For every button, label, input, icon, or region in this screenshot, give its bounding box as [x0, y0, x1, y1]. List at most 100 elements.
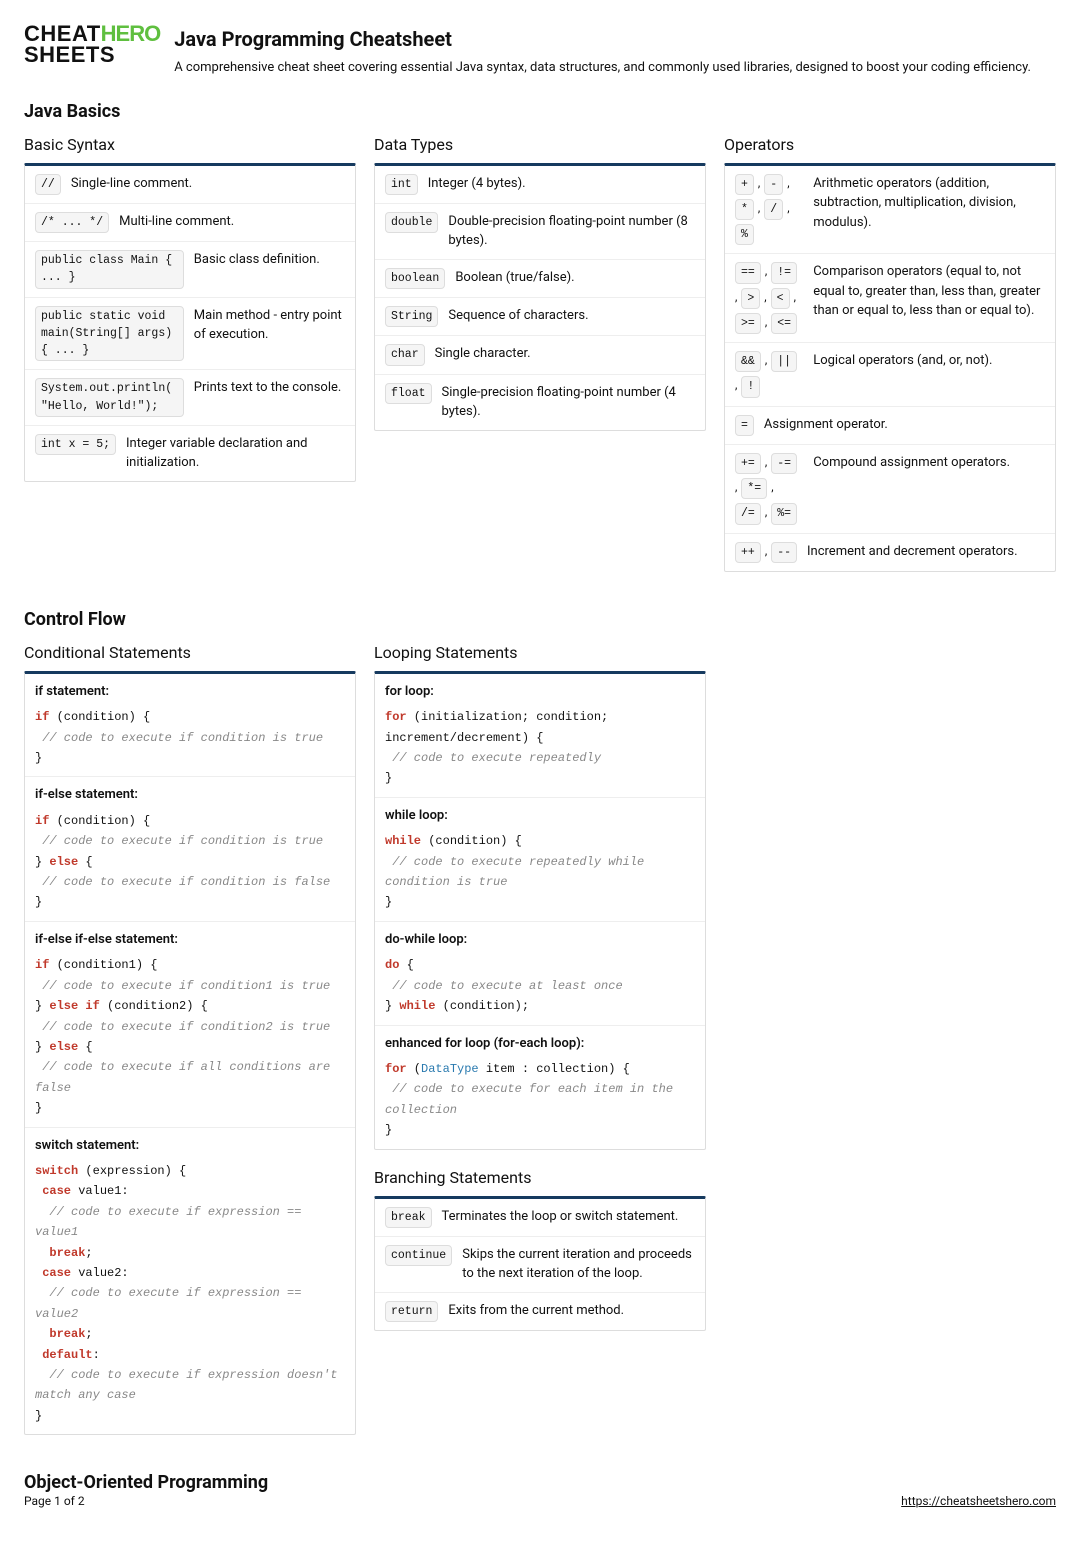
table-row: floatSingle-precision floating-point num…	[375, 375, 705, 430]
code-pill: /* ... */	[35, 212, 109, 233]
code-cell: == , != , > , < , >= , <=	[735, 262, 803, 334]
card-basic-syntax: //Single-line comment./* ... */Multi-lin…	[24, 163, 356, 482]
description: Skips the current iteration and proceeds…	[462, 1245, 695, 1284]
code-pill: ==	[735, 262, 761, 283]
separator: ,	[735, 478, 737, 499]
table-row: //Single-line comment.	[25, 166, 355, 204]
table-row: intInteger (4 bytes).	[375, 166, 705, 204]
code-block: if statement:if (condition) { // code to…	[25, 674, 355, 778]
code-snippet: do { // code to execute at least once } …	[385, 955, 695, 1016]
code-pill: *	[735, 199, 754, 220]
card-looping: for loop:for (initialization; condition;…	[374, 671, 706, 1150]
code-pill: int	[385, 174, 418, 195]
table-row: int x = 5;Integer variable declaration a…	[25, 426, 355, 481]
block-label: switch statement:	[35, 1136, 345, 1156]
description: Integer variable declaration and initial…	[126, 434, 345, 473]
code-snippet: if (condition1) { // code to execute if …	[35, 955, 345, 1118]
table-row: booleanBoolean (true/false).	[375, 260, 705, 298]
table-row: /* ... */Multi-line comment.	[25, 204, 355, 242]
table-row: breakTerminates the loop or switch state…	[375, 1199, 705, 1237]
col-data-types: Data Types intInteger (4 bytes).doubleDo…	[374, 133, 706, 447]
table-row: System.out.println("Hello, World!");Prin…	[25, 370, 355, 426]
code-block: if-else if-else statement: if (condition1…	[25, 922, 355, 1128]
code-pill: String	[385, 306, 438, 327]
description: Exits from the current method.	[448, 1301, 695, 1321]
table-row: ++ , --Increment and decrement operators…	[725, 534, 1055, 571]
code-cell: System.out.println("Hello, World!");	[35, 378, 184, 417]
code-cell: ++ , --	[735, 542, 797, 563]
separator: ,	[765, 503, 767, 524]
code-pill: return	[385, 1301, 438, 1322]
table-row: && , || , !Logical operators (and, or, n…	[725, 343, 1055, 407]
page-header: CHEATHERO SHEETS Java Programming Cheats…	[24, 24, 1056, 78]
code-block: while loop:while (condition) { // code t…	[375, 798, 705, 922]
code-snippet: for (DataType item : collection) { // co…	[385, 1059, 695, 1141]
code-cell: public class Main { ... }	[35, 250, 184, 289]
code-cell: float	[385, 383, 432, 404]
control-flow-columns: Conditional Statements if statement:if (…	[24, 641, 1056, 1451]
code-cell: char	[385, 344, 425, 365]
code-pill: >	[741, 288, 760, 309]
block-label: for loop:	[385, 682, 695, 702]
page-indicator: Page 1 of 2	[24, 1492, 85, 1510]
block-label: do-while loop:	[385, 930, 695, 950]
card-title-operators: Operators	[724, 133, 1056, 157]
table-row: public static void main(String[] args) {…	[25, 298, 355, 371]
block-label: if-else statement:	[35, 785, 345, 805]
card-operators: + , - , * , / , %Arithmetic operators (a…	[724, 163, 1056, 572]
section-java-basics: Java Basics	[24, 98, 1056, 125]
description: Compound assignment operators.	[813, 453, 1045, 473]
code-cell: //	[35, 174, 61, 195]
description: Basic class definition.	[194, 250, 345, 270]
col-basic-syntax: Basic Syntax //Single-line comment./* ..…	[24, 133, 356, 498]
separator: ,	[765, 262, 767, 283]
code-cell: += , -= , *= , /= , %=	[735, 453, 803, 525]
col-operators: Operators + , - , * , / , %Arithmetic op…	[724, 133, 1056, 588]
code-block: switch statement:switch (expression) { c…	[25, 1128, 355, 1435]
separator: ,	[787, 199, 789, 220]
code-cell: break	[385, 1207, 432, 1228]
separator: ,	[765, 313, 767, 334]
code-pill: +	[735, 174, 754, 195]
code-cell: double	[385, 212, 438, 233]
code-pill: continue	[385, 1245, 452, 1266]
block-label: if statement:	[35, 682, 345, 702]
code-pill: public class Main { ... }	[35, 250, 184, 289]
page-title: Java Programming Cheatsheet	[174, 24, 1031, 54]
table-row: double Double-precision floating-point nu…	[375, 204, 705, 260]
code-pill: <	[771, 288, 790, 309]
code-cell: continue	[385, 1245, 452, 1266]
code-cell: return	[385, 1301, 438, 1322]
col-conditional: Conditional Statements if statement:if (…	[24, 641, 356, 1451]
code-pill: public static void main(String[] args) {…	[35, 306, 184, 362]
table-row: += , -= , *= , /= , %= Compound assignmen…	[725, 445, 1055, 534]
block-label: if-else if-else statement:	[35, 930, 345, 950]
source-link[interactable]: https://cheatsheetshero.com	[901, 1492, 1056, 1510]
header-text: Java Programming Cheatsheet A comprehens…	[174, 24, 1031, 78]
card-title-branching: Branching Statements	[374, 1166, 706, 1190]
code-cell: =	[735, 415, 754, 436]
description: Double-precision floating-point number (…	[448, 212, 695, 251]
separator: ,	[764, 288, 766, 309]
table-row: StringSequence of characters.	[375, 298, 705, 336]
page-footer: Page 1 of 2 https://cheatsheetshero.com	[24, 1492, 1056, 1510]
code-cell: boolean	[385, 268, 445, 289]
separator: ,	[765, 351, 767, 372]
card-title-basic-syntax: Basic Syntax	[24, 133, 356, 157]
section-control-flow: Control Flow	[24, 606, 1056, 633]
code-cell: + , - , * , / , %	[735, 174, 803, 246]
code-pill: /	[764, 199, 783, 220]
code-pill: double	[385, 212, 438, 233]
code-pill: break	[385, 1207, 432, 1228]
separator: ,	[735, 288, 737, 309]
card-data-types: intInteger (4 bytes). double Double-precis…	[374, 163, 706, 431]
basics-columns: Basic Syntax //Single-line comment./* ..…	[24, 133, 1056, 588]
code-pill: &&	[735, 351, 761, 372]
description: Single character.	[435, 344, 695, 364]
description: Comparison operators (equal to, not equa…	[813, 262, 1045, 321]
table-row: return Exits from the current method.	[375, 1293, 705, 1330]
code-pill: %	[735, 224, 754, 245]
col-looping: Looping Statements for loop:for (initial…	[374, 641, 706, 1347]
code-pill: +=	[735, 453, 761, 474]
separator: ,	[765, 453, 767, 474]
